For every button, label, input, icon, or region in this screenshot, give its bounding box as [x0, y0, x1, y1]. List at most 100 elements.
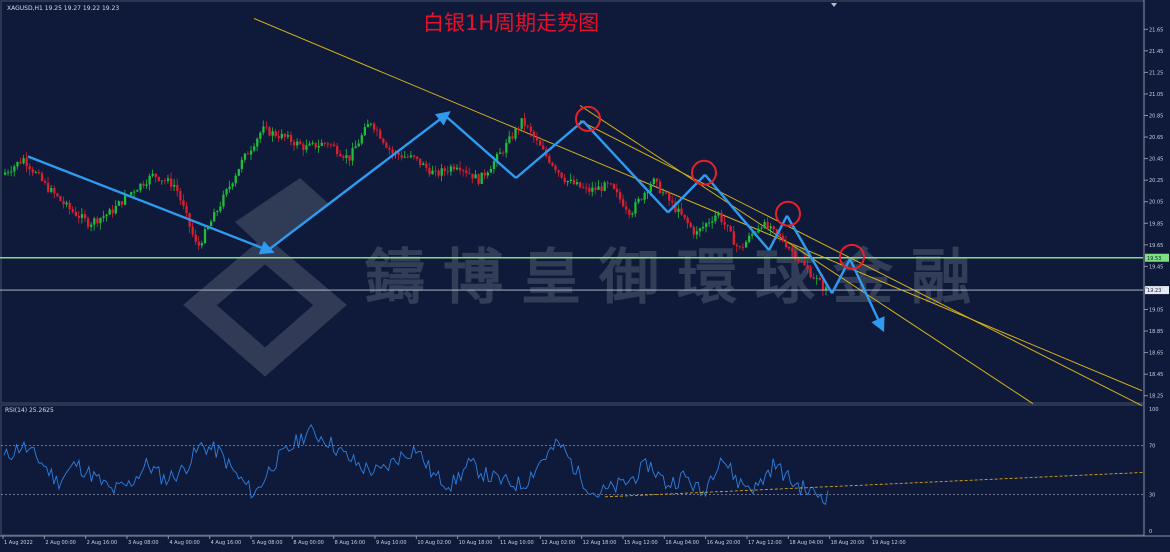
candle-body	[582, 187, 585, 189]
candle-body	[90, 224, 93, 227]
candle-body	[772, 226, 775, 230]
candle-body	[10, 171, 13, 173]
candle-body	[680, 208, 683, 215]
candle-body	[781, 235, 785, 242]
candle-body	[265, 126, 268, 128]
price-tick-label: 19.45	[1149, 264, 1163, 270]
candle-body	[332, 144, 336, 147]
candle-body	[77, 215, 81, 218]
candle-body	[729, 226, 732, 232]
candle-body	[434, 170, 437, 172]
candle-body	[314, 142, 317, 148]
candle-body	[311, 142, 314, 144]
time-tick-label: 11 Aug 10:00	[500, 540, 534, 546]
candle-body	[760, 227, 763, 229]
candle-body	[320, 142, 323, 146]
candle-body	[154, 173, 157, 177]
price-tick-label: 21.05	[1149, 92, 1163, 98]
candle-body	[136, 190, 139, 192]
candle-body	[31, 169, 34, 173]
time-tick-label: 12 Aug 18:00	[583, 540, 617, 546]
candle-body	[283, 133, 287, 137]
candle-body	[130, 192, 133, 196]
candle-body	[210, 221, 213, 227]
candle-body	[628, 209, 631, 215]
candle-body	[360, 135, 363, 144]
candle-body	[572, 179, 576, 185]
candle-body	[240, 159, 244, 169]
candle-body	[452, 166, 456, 170]
candle-body	[160, 180, 164, 182]
candle-body	[47, 182, 50, 192]
candle-body	[256, 138, 259, 147]
candle-body	[4, 172, 7, 175]
candle-body	[677, 208, 680, 212]
candle-body	[701, 226, 705, 229]
candle-body	[243, 153, 247, 160]
candle-body	[19, 161, 22, 164]
trading-chart[interactable]: 鑄博皇御環球金融 XAGUSD,H1 19.25 19.27 19.22 19.…	[0, 0, 1170, 548]
candle-body	[615, 188, 619, 193]
candle-body	[96, 218, 99, 224]
candle-body	[342, 156, 345, 158]
candle-body	[526, 125, 529, 127]
candle-body	[471, 173, 474, 179]
candle-body	[612, 183, 616, 189]
price-tick-label: 19.25	[1149, 286, 1163, 292]
time-tick-label: 17 Aug 12:00	[748, 540, 782, 546]
candle-body	[551, 162, 554, 166]
candle-body	[277, 136, 280, 139]
candle-body	[689, 223, 692, 228]
candle-body	[25, 158, 28, 167]
price-tick-label: 20.85	[1149, 113, 1163, 119]
candle-body	[234, 175, 237, 184]
time-tick-label: 9 Aug 10:00	[376, 540, 407, 546]
candle-body	[16, 161, 19, 167]
candle-body	[809, 268, 812, 278]
candle-body	[757, 228, 760, 233]
candle-body	[354, 146, 357, 149]
time-tick-label: 5 Aug 08:00	[252, 540, 283, 546]
candle-body	[268, 127, 271, 136]
candle-body	[692, 227, 695, 235]
price-tick-label: 21.45	[1149, 49, 1163, 55]
candle-body	[637, 198, 640, 203]
candle-body	[231, 183, 234, 187]
candle-body	[803, 261, 806, 266]
candle-body	[293, 142, 296, 146]
candle-body	[53, 188, 56, 194]
candle-body	[821, 280, 825, 291]
candle-body	[289, 135, 293, 143]
candle-body	[372, 123, 376, 130]
candle-body	[446, 171, 450, 172]
candle-body	[329, 144, 333, 146]
candle-body	[683, 214, 686, 218]
time-tick-label: 3 Aug 08:00	[128, 540, 159, 546]
candle-body	[173, 184, 176, 187]
candle-body	[748, 235, 751, 242]
candle-body	[185, 205, 188, 214]
candle-body	[105, 214, 108, 217]
candle-body	[788, 247, 791, 249]
candle-body	[391, 149, 394, 154]
candle-body	[409, 155, 413, 158]
candle-body	[548, 156, 551, 163]
time-tick-label: 18 Aug 04:00	[789, 540, 823, 546]
candle-body	[385, 142, 388, 148]
candle-body	[806, 265, 809, 269]
candle-body	[200, 243, 204, 246]
candle-body	[502, 152, 505, 154]
candle-body	[563, 177, 566, 183]
candle-body	[382, 138, 385, 143]
rsi-tick-label: 100	[1149, 407, 1159, 413]
rsi-tick-label: 70	[1149, 444, 1155, 450]
candle-body	[50, 188, 53, 192]
candle-body	[708, 222, 711, 224]
chart-svg: 鑄博皇御環球金融 XAGUSD,H1 19.25 19.27 19.22 19.…	[0, 0, 1170, 548]
candle-body	[249, 150, 253, 155]
candle-body	[262, 126, 265, 133]
candle-body	[56, 193, 59, 197]
candle-body	[714, 215, 717, 222]
candle-body	[170, 178, 173, 187]
candle-body	[717, 212, 720, 216]
